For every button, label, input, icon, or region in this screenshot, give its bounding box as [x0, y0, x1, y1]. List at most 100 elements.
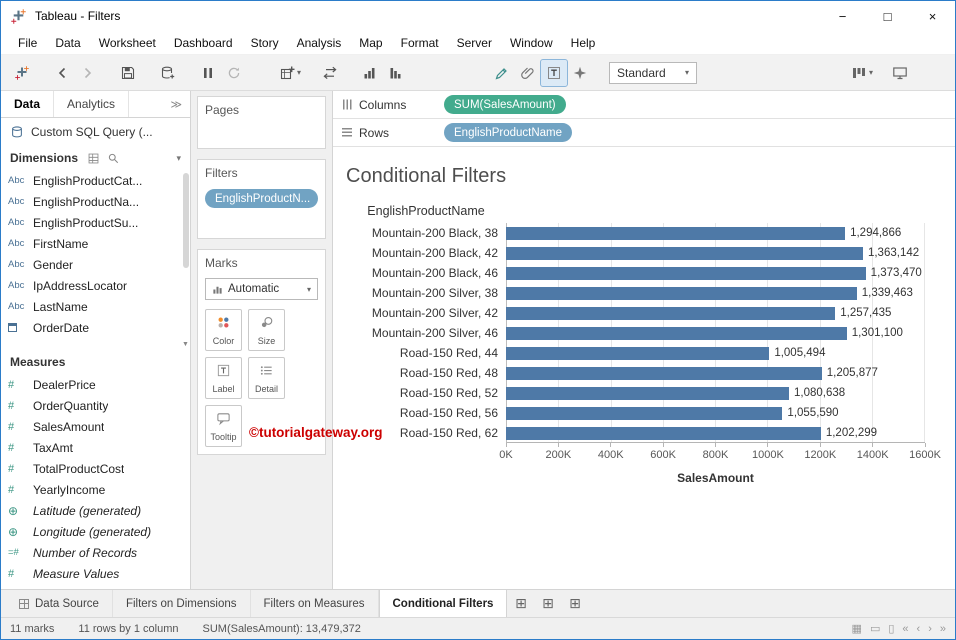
- group-members-button[interactable]: [515, 60, 541, 86]
- menu-server[interactable]: Server: [448, 31, 501, 54]
- search-icon[interactable]: [107, 152, 120, 165]
- next-sheet-button[interactable]: ›: [928, 623, 932, 635]
- mark-type-select[interactable]: Automatic ▾: [205, 278, 318, 300]
- new-worksheet-button[interactable]: ▾: [277, 60, 303, 86]
- field-gender[interactable]: AbcGender: [1, 254, 190, 275]
- chart-bar-row[interactable]: Road-150 Red, 521,080,638: [346, 383, 925, 403]
- field-number-of-records[interactable]: =#Number of Records: [1, 542, 190, 563]
- data-source-item[interactable]: Custom SQL Query (...: [1, 118, 190, 146]
- chart-bar-row[interactable]: Road-150 Red, 441,005,494: [346, 343, 925, 363]
- bar[interactable]: [506, 287, 857, 300]
- bar[interactable]: [506, 267, 866, 280]
- new-dashboard-tab-button[interactable]: ⊞: [534, 590, 561, 617]
- show-tabs-icon[interactable]: ▯: [888, 622, 894, 635]
- menu-map[interactable]: Map: [350, 31, 391, 54]
- field-firstname[interactable]: AbcFirstName: [1, 233, 190, 254]
- sort-ascending-button[interactable]: [357, 60, 383, 86]
- detail-button[interactable]: Detail: [248, 357, 285, 399]
- bar[interactable]: [506, 387, 789, 400]
- bar[interactable]: [506, 227, 845, 240]
- new-data-source-button[interactable]: [155, 60, 181, 86]
- chart-bar-row[interactable]: Mountain-200 Black, 421,363,142: [346, 243, 925, 263]
- presentation-mode-button[interactable]: [887, 60, 913, 86]
- filters-card[interactable]: Filters EnglishProductN...: [197, 159, 326, 239]
- menu-dashboard[interactable]: Dashboard: [165, 31, 242, 54]
- field-ipaddresslocator[interactable]: AbcIpAddressLocator: [1, 275, 190, 296]
- sheet-sorter-icon[interactable]: ▦: [852, 622, 862, 635]
- field-dealerprice[interactable]: #DealerPrice: [1, 374, 190, 395]
- chart-bar-row[interactable]: Road-150 Red, 481,205,877: [346, 363, 925, 383]
- chart-bar-row[interactable]: Mountain-200 Black, 461,373,470: [346, 263, 925, 283]
- menu-worksheet[interactable]: Worksheet: [90, 31, 165, 54]
- sheet-tab-data-source[interactable]: Data Source: [6, 590, 113, 617]
- sheet-tab-conditional-filters[interactable]: Conditional Filters: [379, 590, 508, 617]
- x-axis[interactable]: 0K200K400K600K800K1000K1200K1400K1600K: [506, 443, 925, 465]
- menu-help[interactable]: Help: [562, 31, 605, 54]
- field-lastname[interactable]: AbcLastName: [1, 296, 190, 317]
- chart-bar-row[interactable]: Road-150 Red, 621,202,299: [346, 423, 925, 443]
- pages-card[interactable]: Pages: [197, 96, 326, 149]
- chart-bar-row[interactable]: Mountain-200 Silver, 421,257,435: [346, 303, 925, 323]
- chart-bar-row[interactable]: Road-150 Red, 561,055,590: [346, 403, 925, 423]
- bar[interactable]: [506, 307, 835, 320]
- scrollbar-thumb[interactable]: [183, 173, 189, 268]
- filmstrip-icon[interactable]: ▭: [870, 622, 880, 635]
- close-button[interactable]: ×: [910, 1, 955, 31]
- tab-analytics[interactable]: Analytics: [54, 91, 129, 117]
- redo-button[interactable]: [75, 60, 101, 86]
- field-salesamount[interactable]: #SalesAmount: [1, 416, 190, 437]
- color-button[interactable]: Color: [205, 309, 242, 351]
- bar[interactable]: [506, 247, 863, 260]
- new-worksheet-tab-button[interactable]: ⊞: [507, 590, 534, 617]
- columns-shelf[interactable]: Columns SUM(SalesAmount): [333, 91, 955, 119]
- field-taxamt[interactable]: #TaxAmt: [1, 437, 190, 458]
- label-button[interactable]: Label: [205, 357, 242, 399]
- jump-last-sheet-button[interactable]: »: [940, 623, 946, 635]
- rows-shelf[interactable]: Rows EnglishProductName: [333, 119, 955, 147]
- save-button[interactable]: [115, 60, 141, 86]
- view-data-grid-icon[interactable]: [87, 152, 100, 165]
- field-englishproductna-[interactable]: AbcEnglishProductNa...: [1, 191, 190, 212]
- tab-data[interactable]: Data: [1, 91, 54, 117]
- field-englishproductsu-[interactable]: AbcEnglishProductSu...: [1, 212, 190, 233]
- field-orderdate[interactable]: OrderDate: [1, 317, 190, 338]
- pause-auto-updates-button[interactable]: [195, 60, 221, 86]
- field-measure-values[interactable]: #Measure Values: [1, 563, 190, 584]
- sheet-tab-filters-on-measures[interactable]: Filters on Measures: [251, 590, 379, 617]
- run-auto-updates-button[interactable]: [221, 60, 247, 86]
- size-button[interactable]: Size: [248, 309, 285, 351]
- bar[interactable]: [506, 407, 782, 420]
- fix-axes-button[interactable]: [567, 60, 593, 86]
- bar[interactable]: [506, 327, 847, 340]
- show-mark-labels-button[interactable]: [541, 60, 567, 86]
- field-latitude-generated-[interactable]: ⊕Latitude (generated): [1, 500, 190, 521]
- tooltip-button[interactable]: Tooltip: [205, 405, 242, 447]
- dimensions-menu-caret-icon[interactable]: ▾: [176, 153, 181, 164]
- maximize-button[interactable]: □: [865, 1, 910, 31]
- menu-file[interactable]: File: [9, 31, 46, 54]
- chart-bar-row[interactable]: Mountain-200 Silver, 381,339,463: [346, 283, 925, 303]
- field-englishproductcat-[interactable]: AbcEnglishProductCat...: [1, 170, 190, 191]
- sheet-tab-filters-on-dimensions[interactable]: Filters on Dimensions: [113, 590, 251, 617]
- menu-data[interactable]: Data: [46, 31, 89, 54]
- field-yearlyincome[interactable]: #YearlyIncome: [1, 479, 190, 500]
- field-longitude-generated-[interactable]: ⊕Longitude (generated): [1, 521, 190, 542]
- rows-pill[interactable]: EnglishProductName: [444, 123, 572, 142]
- jump-first-sheet-button[interactable]: «: [902, 623, 908, 635]
- collapse-pane-icon[interactable]: ≫: [170, 98, 190, 111]
- chart-bar-row[interactable]: Mountain-200 Silver, 461,301,100: [346, 323, 925, 343]
- previous-sheet-button[interactable]: ‹: [917, 623, 921, 635]
- menu-story[interactable]: Story: [242, 31, 288, 54]
- filter-pill[interactable]: EnglishProductN...: [205, 189, 318, 208]
- bar[interactable]: [506, 367, 822, 380]
- field-orderquantity[interactable]: #OrderQuantity: [1, 395, 190, 416]
- menu-analysis[interactable]: Analysis: [288, 31, 351, 54]
- menu-window[interactable]: Window: [501, 31, 562, 54]
- bar[interactable]: [506, 427, 821, 440]
- scrollbar-down-icon[interactable]: ▼: [181, 339, 190, 350]
- field-totalproductcost[interactable]: #TotalProductCost: [1, 458, 190, 479]
- menu-format[interactable]: Format: [392, 31, 448, 54]
- tableau-logo-button[interactable]: [9, 60, 35, 86]
- columns-pill[interactable]: SUM(SalesAmount): [444, 95, 566, 114]
- new-story-tab-button[interactable]: ⊞: [561, 590, 588, 617]
